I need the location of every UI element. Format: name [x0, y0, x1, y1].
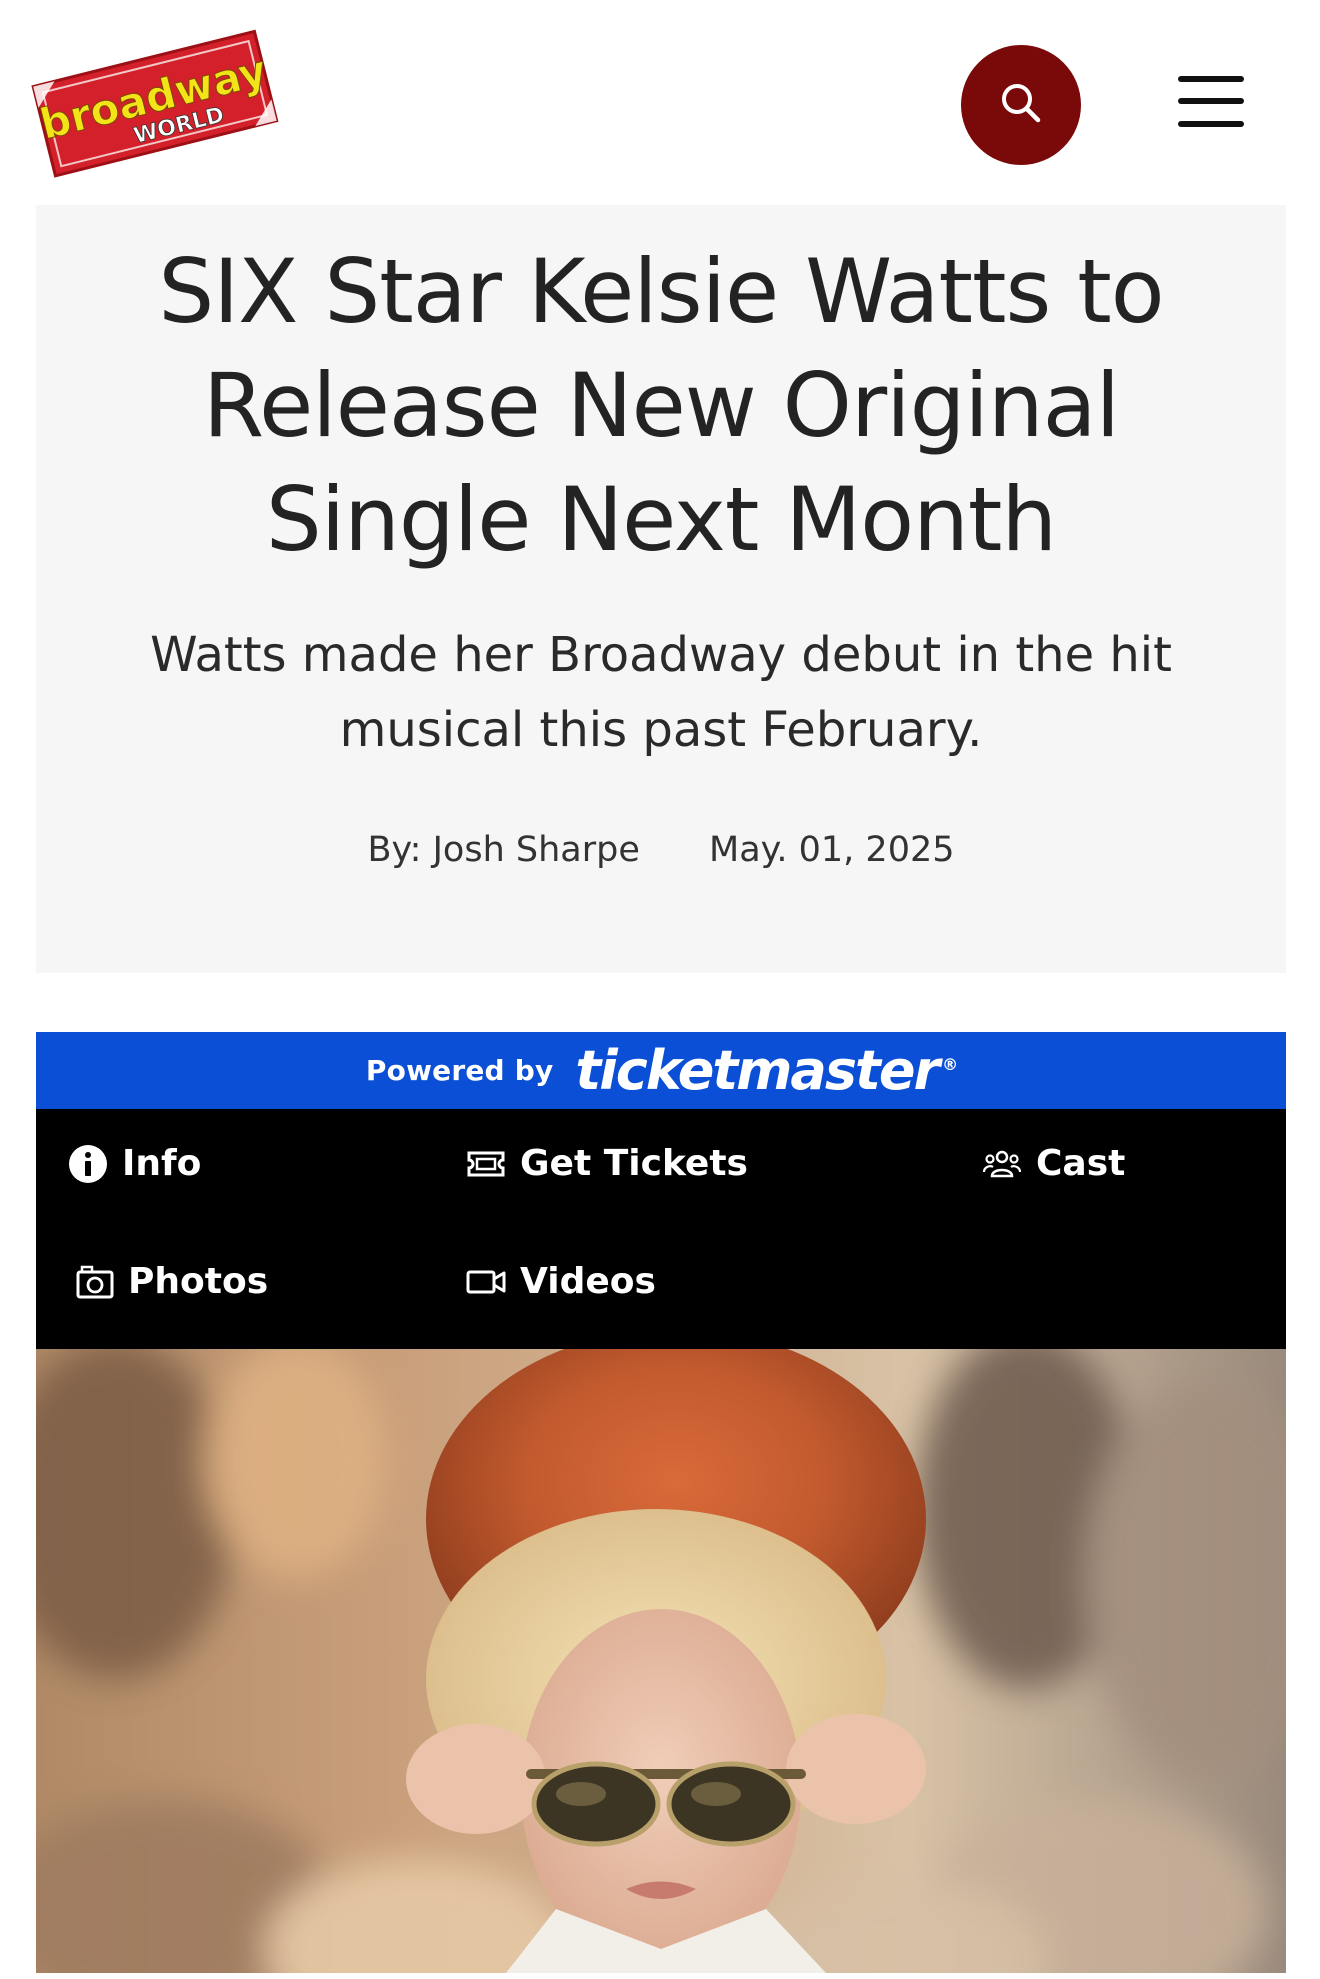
article-author[interactable]: By: Josh Sharpe [368, 830, 640, 870]
camera-icon [76, 1265, 114, 1299]
article-subheadline: Watts made her Broadway debut in the hit… [150, 627, 1172, 758]
nav-get-tickets-label: Get Tickets [520, 1143, 748, 1184]
nav-info[interactable]: Info [68, 1143, 201, 1184]
nav-info-label: Info [122, 1143, 202, 1184]
search-icon [998, 80, 1044, 130]
nav-videos[interactable]: Videos [466, 1261, 656, 1302]
nav-photos[interactable]: Photos [76, 1261, 268, 1302]
nav-get-tickets[interactable]: Get Tickets [466, 1143, 748, 1184]
article-byline: By: Josh Sharpe May. 01, 2025 [36, 830, 1286, 870]
search-button[interactable] [961, 45, 1081, 165]
article-headline: SIX Star Kelsie Watts to Release New Ori… [158, 240, 1164, 571]
ticket-icon [466, 1149, 506, 1179]
site-header: broadway WORLD [0, 0, 1320, 205]
show-nav: Info Get Tickets Cast Photos Videos [36, 1109, 1286, 1349]
ticketmaster-banner[interactable]: Powered by ticketmaster ® [36, 1032, 1286, 1109]
article-hero-image[interactable] [36, 1349, 1286, 1973]
video-icon [466, 1268, 506, 1296]
article-header-card: SIX Star Kelsie Watts to Release New Ori… [36, 205, 1286, 973]
people-icon [982, 1148, 1022, 1180]
nav-videos-label: Videos [520, 1261, 656, 1302]
info-icon [68, 1144, 108, 1184]
nav-cast-label: Cast [1036, 1143, 1126, 1184]
ticketmaster-logo: ticketmaster ® [575, 1038, 958, 1102]
broadwayworld-logo[interactable]: broadway WORLD [22, 20, 284, 180]
hamburger-menu-icon[interactable] [1178, 76, 1244, 128]
nav-photos-label: Photos [128, 1261, 269, 1302]
nav-cast[interactable]: Cast [982, 1143, 1125, 1184]
article-date: May. 01, 2025 [709, 830, 955, 870]
powered-by-label: Powered by [365, 1054, 554, 1087]
